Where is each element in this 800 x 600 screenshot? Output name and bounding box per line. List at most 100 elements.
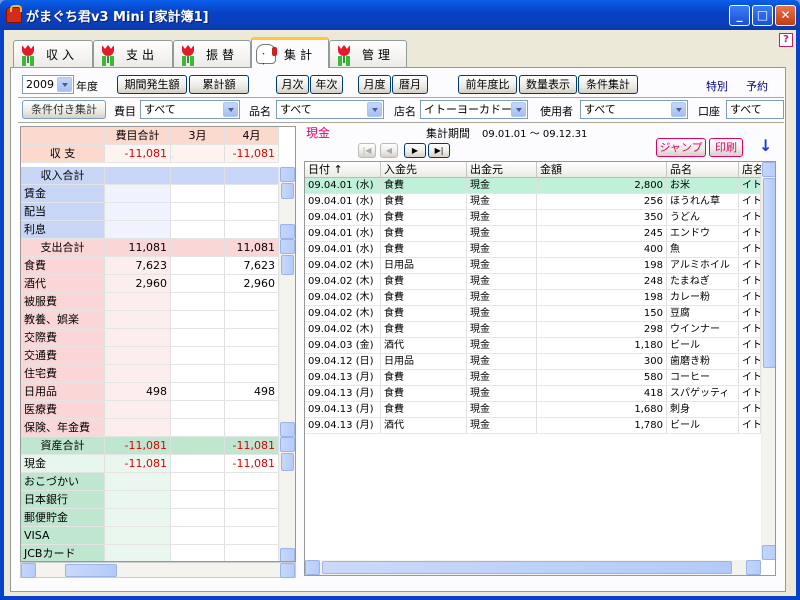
tab-summary[interactable]: 集計 [251, 37, 329, 69]
chevron-down-icon[interactable] [57, 77, 72, 92]
expense-item-select[interactable]: すべて [140, 100, 240, 119]
scroll-down-icon[interactable] [280, 548, 295, 561]
scroll-thumb[interactable] [763, 178, 775, 368]
scroll-left-icon[interactable] [305, 560, 320, 575]
scroll-up-icon[interactable] [762, 162, 775, 177]
tab-transfer[interactable]: 振替 [173, 40, 251, 67]
table-row[interactable]: 09.04.13 (月) 食費 現金 580 コーヒー イト [305, 370, 761, 386]
table-row[interactable]: 09.04.02 (木) 食費 現金 248 たまねぎ イト [305, 274, 761, 290]
tab-expense[interactable]: 支出 [93, 40, 173, 67]
column-header-amount[interactable]: 金額 [537, 162, 667, 178]
column-header-store[interactable]: 店名 [739, 162, 763, 178]
table-row[interactable]: 09.04.13 (月) 酒代 現金 1,780 ビール イト [305, 418, 761, 434]
column-header-deposit[interactable]: 入金先 [381, 162, 467, 178]
scroll-thumb[interactable] [281, 255, 294, 275]
table-row[interactable]: 09.04.01 (水) 食費 現金 350 うどん イト [305, 210, 761, 226]
scroll-down-icon[interactable] [280, 224, 295, 239]
table-row[interactable]: 郵便貯金 [21, 509, 279, 527]
list-item[interactable]: 賃金 [21, 185, 279, 203]
scroll-thumb[interactable] [281, 453, 294, 471]
table-row[interactable]: 09.04.02 (木) 食費 現金 198 カレー粉 イト [305, 290, 761, 306]
table-row[interactable]: 09.04.01 (水) 食費 現金 256 ほうれん草 イト [305, 194, 761, 210]
tab-manage[interactable]: 管理 [329, 40, 407, 67]
scroll-right-icon[interactable] [280, 563, 295, 578]
minimize-button[interactable]: _ [729, 5, 750, 26]
balance-row[interactable]: 収 支 -11,081 -11,081 [21, 145, 279, 163]
scroll-thumb[interactable] [281, 183, 294, 199]
table-row[interactable]: 09.04.02 (木) 食費 現金 150 豆腐 イト [305, 306, 761, 322]
first-page-icon[interactable]: |◀ [358, 143, 376, 158]
chevron-down-icon[interactable] [367, 102, 382, 117]
expense-scrollbar[interactable] [279, 239, 295, 437]
scroll-up-icon[interactable] [280, 239, 295, 254]
jump-button[interactable]: ジャンプ [656, 138, 706, 157]
print-button[interactable]: 印刷 [709, 138, 743, 157]
help-button[interactable]: ? [779, 33, 793, 47]
assets-scrollbar[interactable] [279, 437, 295, 561]
store-select[interactable]: イトーヨーカドー [420, 100, 528, 119]
close-button[interactable]: ✕ [775, 5, 796, 26]
table-row[interactable]: 保険、年金費 [21, 419, 279, 437]
table-row[interactable]: JCBカード [21, 545, 279, 561]
scroll-down-icon[interactable] [280, 422, 295, 437]
year-select[interactable]: 2009 [22, 75, 74, 94]
yearly-button[interactable]: 年次 [310, 75, 343, 94]
table-row[interactable]: 日本銀行 [21, 491, 279, 509]
scroll-left-icon[interactable] [21, 563, 36, 578]
period-amount-button[interactable]: 期間発生額 [117, 75, 187, 94]
scroll-down-icon[interactable] [762, 545, 775, 560]
column-header-item[interactable]: 品名 [667, 162, 739, 178]
table-row[interactable]: 09.04.13 (月) 食費 現金 418 スパゲッティ イト [305, 386, 761, 402]
table-row[interactable]: 09.04.01 (水) 食費 現金 2,800 お米 イト [305, 178, 761, 194]
table-row[interactable]: 医療費 [21, 401, 279, 419]
table-row[interactable]: 09.04.02 (木) 日用品 現金 198 アルミホイル イト [305, 258, 761, 274]
table-row[interactable]: 被服費 [21, 293, 279, 311]
expense-total-row[interactable]: 支出合計 11,081 11,081 [21, 239, 279, 257]
column-header-withdraw[interactable]: 出金元 [467, 162, 537, 178]
calendar-month-button[interactable]: 暦月 [392, 75, 428, 94]
reservation-link[interactable]: 予約 [746, 78, 768, 94]
summary-hscrollbar[interactable] [20, 562, 296, 578]
table-row[interactable]: 日用品 498 498 [21, 383, 279, 401]
scroll-thumb[interactable] [322, 561, 732, 574]
product-select[interactable]: すべて [276, 100, 384, 119]
maximize-button[interactable]: □ [752, 5, 773, 26]
prev-year-compare-button[interactable]: 前年度比 [458, 75, 517, 94]
column-header-date[interactable]: 日付 ↑ [305, 162, 381, 178]
table-row[interactable]: 09.04.13 (月) 食費 現金 1,680 刺身 イト [305, 402, 761, 418]
table-row[interactable]: 現金 -11,081 -11,081 [21, 455, 279, 473]
transaction-hscrollbar[interactable] [305, 560, 761, 575]
last-page-icon[interactable]: ▶| [428, 143, 450, 158]
table-row[interactable]: おこづかい [21, 473, 279, 491]
table-row[interactable]: 教養、娯楽 [21, 311, 279, 329]
scroll-up-icon[interactable] [280, 437, 295, 452]
table-row[interactable]: VISA [21, 527, 279, 545]
special-link[interactable]: 特別 [706, 78, 728, 94]
title-bar[interactable]: がまぐち君v3 Mini [家計簿1] _ □ ✕ [0, 0, 800, 30]
table-row[interactable]: 09.04.01 (水) 食費 現金 245 エンドウ イト [305, 226, 761, 242]
table-row[interactable]: 交際費 [21, 329, 279, 347]
prev-page-icon[interactable]: ◀ [380, 143, 398, 158]
table-row[interactable]: 食費 7,623 7,623 [21, 257, 279, 275]
condition-total-button[interactable]: 条件集計 [578, 75, 638, 94]
tab-income[interactable]: 収入 [13, 40, 93, 67]
table-row[interactable]: 09.04.03 (金) 酒代 現金 1,180 ビール イト [305, 338, 761, 354]
monthly-button[interactable]: 月次 [276, 75, 309, 94]
table-row[interactable]: 交通費 [21, 347, 279, 365]
fiscal-month-button[interactable]: 月度 [358, 75, 391, 94]
assets-total-row[interactable]: 資産合計 -11,081 -11,081 [21, 437, 279, 455]
account-select[interactable]: すべて [726, 100, 784, 119]
user-select[interactable]: すべて [580, 100, 688, 119]
next-page-icon[interactable]: ▶ [404, 143, 426, 158]
table-row[interactable]: 住宅費 [21, 365, 279, 383]
table-row[interactable]: 09.04.02 (木) 食費 現金 298 ウインナー イト [305, 322, 761, 338]
chevron-down-icon[interactable] [223, 102, 238, 117]
table-row[interactable]: 09.04.12 (日) 日用品 現金 300 歯磨き粉 イト [305, 354, 761, 370]
scroll-up-icon[interactable] [280, 167, 295, 182]
cumulative-button[interactable]: 累計額 [189, 75, 249, 94]
transaction-vscrollbar[interactable] [761, 162, 775, 560]
arrow-down-icon[interactable]: ↓ [759, 136, 772, 155]
list-item[interactable]: 配当 [21, 203, 279, 221]
income-scrollbar[interactable] [279, 167, 295, 239]
chevron-down-icon[interactable] [511, 102, 526, 117]
